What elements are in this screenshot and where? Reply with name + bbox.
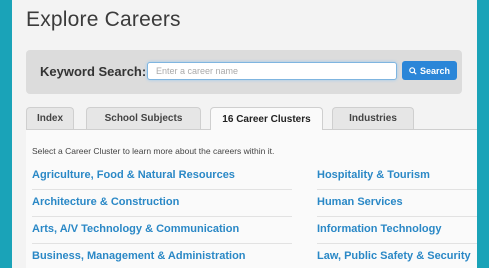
page-title: Explore Careers xyxy=(26,8,181,31)
career-search-input[interactable] xyxy=(147,62,397,80)
divider xyxy=(32,243,292,244)
explore-careers-panel: Explore Careers Keyword Search: Search I… xyxy=(12,0,477,268)
cluster-link-agriculture[interactable]: Agriculture, Food & Natural Resources xyxy=(32,169,235,181)
cluster-link-information-technology[interactable]: Information Technology xyxy=(317,223,441,235)
cluster-link-hospitality[interactable]: Hospitality & Tourism xyxy=(317,169,430,181)
search-button-label: Search xyxy=(419,65,451,76)
cluster-link-business[interactable]: Business, Management & Administration xyxy=(32,250,246,262)
tab-industries[interactable]: Industries xyxy=(332,107,414,129)
cluster-link-law-public-safety[interactable]: Law, Public Safety & Security xyxy=(317,250,471,262)
divider xyxy=(317,216,477,217)
tab-16-career-clusters[interactable]: 16 Career Clusters xyxy=(210,107,323,130)
tab-school-subjects[interactable]: School Subjects xyxy=(86,107,201,129)
career-tabs: Index School Subjects 16 Career Clusters… xyxy=(26,107,477,130)
cluster-link-architecture[interactable]: Architecture & Construction xyxy=(32,196,179,208)
search-icon xyxy=(409,66,417,75)
tab-index[interactable]: Index xyxy=(26,107,74,129)
clusters-intro-text: Select a Career Cluster to learn more ab… xyxy=(32,146,275,156)
cluster-link-human-services[interactable]: Human Services xyxy=(317,196,403,208)
divider xyxy=(317,189,477,190)
divider xyxy=(32,216,292,217)
cluster-link-arts[interactable]: Arts, A/V Technology & Communication xyxy=(32,223,239,235)
search-button[interactable]: Search xyxy=(402,61,457,80)
divider xyxy=(32,189,292,190)
divider xyxy=(317,243,477,244)
keyword-search-label: Keyword Search: xyxy=(40,64,147,79)
career-clusters-content: Select a Career Cluster to learn more ab… xyxy=(26,130,477,268)
keyword-search-bar: Keyword Search: Search xyxy=(26,50,462,94)
